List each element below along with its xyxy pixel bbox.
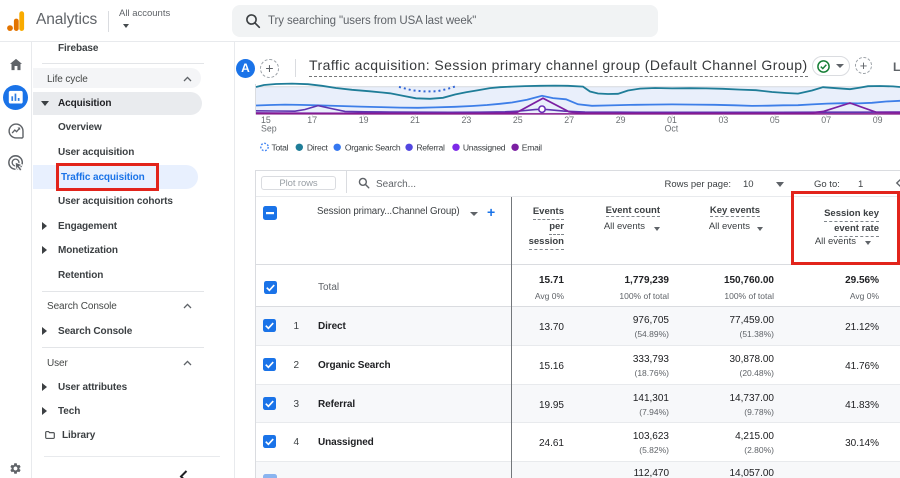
svg-text:09: 09 xyxy=(873,115,883,125)
svg-text:Referral: Referral xyxy=(416,142,445,152)
svg-text:Unassigned: Unassigned xyxy=(463,142,506,152)
svg-text:Oct: Oct xyxy=(665,124,679,134)
svg-text:07: 07 xyxy=(821,115,831,125)
svg-text:17: 17 xyxy=(307,115,317,125)
svg-text:03: 03 xyxy=(719,115,729,125)
svg-text:Total: Total xyxy=(272,142,289,152)
svg-text:19: 19 xyxy=(359,115,369,125)
svg-text:21: 21 xyxy=(410,115,420,125)
svg-text:29: 29 xyxy=(616,115,626,125)
svg-text:05: 05 xyxy=(770,115,780,125)
svg-text:23: 23 xyxy=(462,115,472,125)
svg-text:Email: Email xyxy=(522,142,542,152)
svg-text:Direct: Direct xyxy=(307,142,329,152)
svg-text:Organic Search: Organic Search xyxy=(345,142,401,152)
svg-text:27: 27 xyxy=(564,115,574,125)
svg-text:25: 25 xyxy=(513,115,523,125)
svg-text:Sep: Sep xyxy=(261,124,277,134)
